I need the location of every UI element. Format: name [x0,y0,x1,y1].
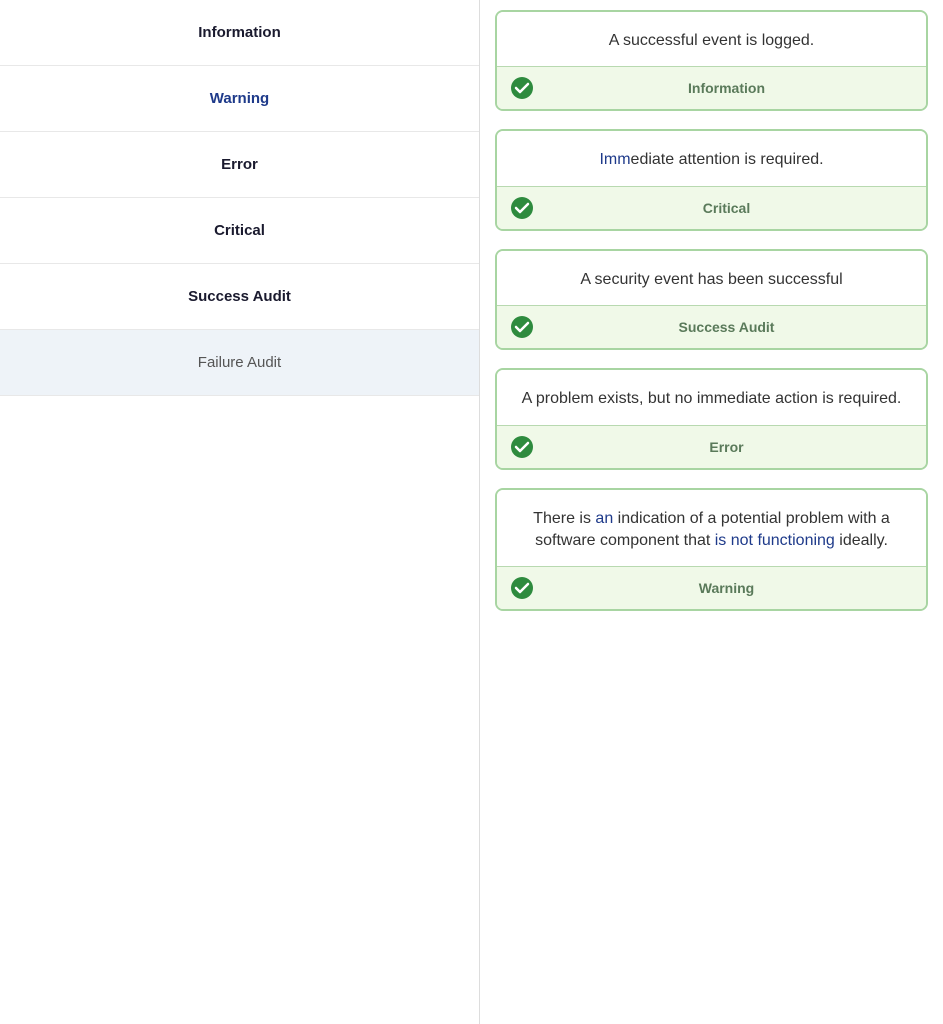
information-card: A successful event is logged. Informatio… [495,10,928,111]
card-footer-critical: Critical [497,186,926,229]
check-icon [511,577,533,599]
sidebar-item-error[interactable]: Error [0,132,479,198]
card-footer-error: Error [497,425,926,468]
card-footer-success-audit: Success Audit [497,305,926,348]
warning-card: There is an indication of a potential pr… [495,488,928,612]
card-label-information: Information [541,80,912,96]
card-footer-warning: Warning [497,566,926,609]
success-audit-card: A security event has been successful Suc… [495,249,928,350]
card-label-warning: Warning [541,580,912,596]
sidebar-item-label: Error [221,156,258,173]
sidebar-item-label: Information [198,24,281,41]
sidebar-item-information[interactable]: Information [0,0,479,66]
sidebar-item-label: Failure Audit [198,354,281,371]
card-description-critical: Immediate attention is required. [497,131,926,185]
error-card: A problem exists, but no immediate actio… [495,368,928,469]
left-panel: Information Warning Error Critical Succe… [0,0,480,1024]
sidebar-item-success-audit[interactable]: Success Audit [0,264,479,330]
card-description-information: A successful event is logged. [497,12,926,66]
check-icon [511,77,533,99]
right-panel: A successful event is logged. Informatio… [480,0,943,1024]
card-description-success-audit: A security event has been successful [497,251,926,305]
sidebar-item-failure-audit[interactable]: Failure Audit [0,330,479,396]
sidebar-item-critical[interactable]: Critical [0,198,479,264]
card-label-critical: Critical [541,200,912,216]
sidebar-item-warning[interactable]: Warning [0,66,479,132]
check-icon [511,197,533,219]
sidebar-item-label: Warning [210,90,269,107]
card-description-warning: There is an indication of a potential pr… [497,490,926,567]
card-footer-information: Information [497,66,926,109]
sidebar-item-label: Critical [214,222,265,239]
critical-card: Immediate attention is required. Critica… [495,129,928,230]
check-icon [511,436,533,458]
card-label-error: Error [541,439,912,455]
card-label-success-audit: Success Audit [541,319,912,335]
sidebar-item-label: Success Audit [188,288,291,305]
card-description-error: A problem exists, but no immediate actio… [497,370,926,424]
check-icon [511,316,533,338]
